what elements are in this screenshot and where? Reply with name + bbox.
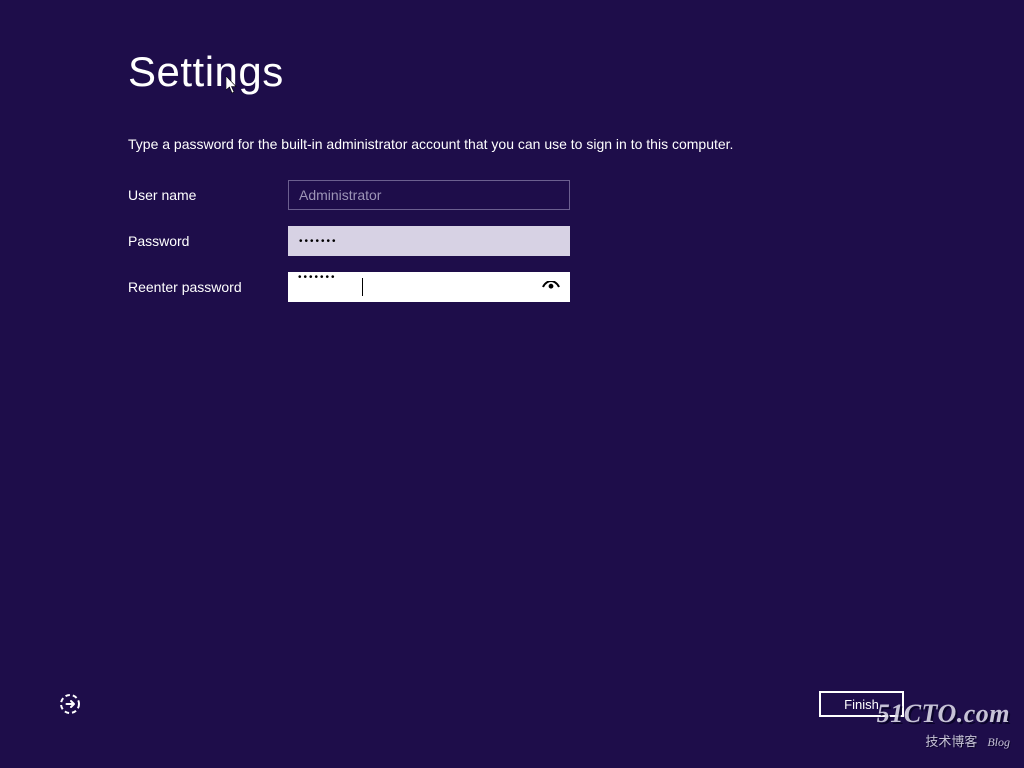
instruction-text: Type a password for the built-in adminis… <box>128 136 904 152</box>
reenter-label: Reenter password <box>128 279 288 295</box>
password-field[interactable]: ••••••• <box>288 226 570 256</box>
settings-screen: Settings Type a password for the built-i… <box>0 0 1024 768</box>
footer-bar: Finish <box>0 688 1024 720</box>
reenter-password-wrap[interactable]: ••••••• <box>288 272 570 302</box>
ease-of-access-icon <box>57 691 83 717</box>
finish-button[interactable]: Finish <box>819 691 904 717</box>
eye-icon <box>542 281 560 293</box>
username-row: User name Administrator <box>128 180 904 210</box>
username-field: Administrator <box>288 180 570 210</box>
username-label: User name <box>128 187 288 203</box>
password-label: Password <box>128 233 288 249</box>
page-title: Settings <box>128 48 904 96</box>
text-caret <box>362 278 363 296</box>
watermark-sub: 技术博客 Blog <box>877 731 1010 750</box>
reenter-password-field[interactable]: ••••••• <box>288 272 570 302</box>
watermark-sub-text: 技术博客 <box>925 731 977 750</box>
ease-of-access-button[interactable] <box>56 690 84 718</box>
password-row: Password ••••••• <box>128 226 904 256</box>
reveal-password-button[interactable] <box>538 272 564 302</box>
reenter-row: Reenter password ••••••• <box>128 272 904 302</box>
watermark-blog: Blog <box>987 735 1010 750</box>
